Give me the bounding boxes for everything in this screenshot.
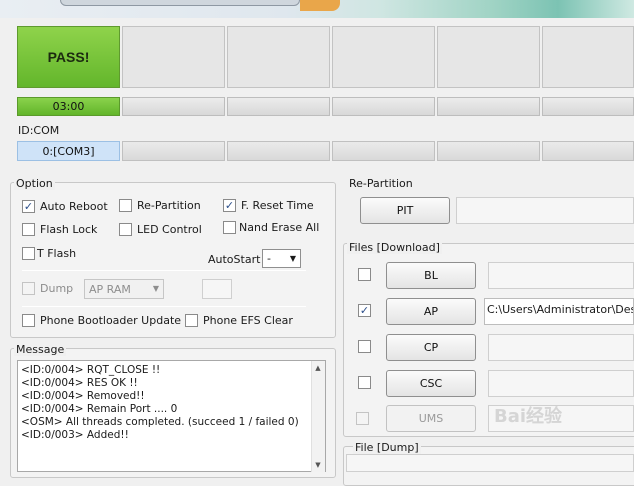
baidu-watermark: Bai经验 [494, 406, 563, 427]
pit-file-field[interactable] [456, 197, 634, 224]
csc-button[interactable]: CSC [386, 370, 476, 397]
log-line: <ID:0/003> Added!! [21, 429, 129, 441]
cp-button[interactable]: CP [386, 334, 476, 361]
phone-efs-clear-checkbox[interactable] [185, 314, 198, 327]
cp-checkbox[interactable] [358, 340, 371, 353]
flash-lock-label: Flash Lock [40, 223, 98, 236]
dump-checkbox[interactable] [22, 282, 35, 295]
ums-button[interactable]: UMS [386, 405, 476, 432]
message-log[interactable]: <ID:0/004> RQT_CLOSE !! <ID:0/004> RES O… [17, 360, 326, 472]
flash-lock-checkbox[interactable] [22, 223, 35, 236]
slot-progress [332, 97, 435, 116]
bl-checkbox[interactable] [358, 268, 371, 281]
dropdown-arrow-icon: ▼ [289, 254, 296, 263]
com-port [227, 141, 330, 161]
slot-progress-time: 03:00 [17, 97, 120, 116]
slot-status-pass: PASS! [17, 26, 120, 88]
cp-file-field[interactable] [488, 334, 634, 361]
re-partition-label: Re-Partition [137, 199, 201, 212]
files-download-title: Files [Download] [347, 241, 442, 254]
scroll-up-arrow-icon[interactable]: ▲ [311, 361, 325, 375]
ap-button[interactable]: AP [386, 298, 476, 325]
com-port [122, 141, 225, 161]
led-control-checkbox[interactable] [119, 223, 132, 236]
log-line: <ID:0/004> RQT_CLOSE !! [21, 364, 161, 376]
banner-tab [60, 0, 300, 6]
dump-extra-field[interactable] [202, 279, 232, 299]
bl-file-field[interactable] [488, 262, 634, 289]
id-com-label: ID:COM [18, 124, 60, 137]
com-port [332, 141, 435, 161]
log-line: <ID:0/004> RES OK !! [21, 377, 138, 389]
nand-erase-all-checkbox[interactable] [223, 221, 236, 234]
dump-target-value: AP RAM [89, 282, 131, 296]
phone-efs-clear-label: Phone EFS Clear [203, 314, 293, 327]
ap-file-path[interactable]: C:\Users\Administrator\Desktop [484, 298, 634, 325]
nand-erase-all-label: Nand Erase All [239, 221, 320, 234]
bl-button[interactable]: BL [386, 262, 476, 289]
option-divider [22, 270, 306, 271]
slot-progress [437, 97, 540, 116]
slot-progress [227, 97, 330, 116]
slot-status-empty [227, 26, 330, 88]
auto-reboot-label: Auto Reboot [40, 200, 108, 213]
dump-label: Dump [40, 282, 74, 295]
csc-file-field[interactable] [488, 370, 634, 397]
led-control-label: LED Control [137, 223, 202, 236]
file-dump-field[interactable] [346, 454, 634, 472]
slot-progress [542, 97, 634, 116]
phone-bootloader-update-checkbox[interactable] [22, 314, 35, 327]
option-group-title: Option [14, 177, 55, 190]
t-flash-checkbox[interactable] [22, 247, 35, 260]
message-scrollbar[interactable] [311, 361, 325, 472]
csc-checkbox[interactable] [358, 376, 371, 389]
check-mark-icon: ✓ [359, 304, 370, 317]
option-divider [22, 306, 306, 307]
log-line: <OSM> All threads completed. (succeed 1 … [21, 416, 299, 428]
check-mark-icon: ✓ [23, 200, 34, 213]
autostart-value: - [267, 252, 271, 265]
slot-status-empty [122, 26, 225, 88]
slot-status-empty [437, 26, 540, 88]
t-flash-label: T Flash [37, 247, 77, 260]
phone-bootloader-update-label: Phone Bootloader Update [40, 314, 182, 327]
file-dump-title: File [Dump] [353, 441, 421, 454]
dump-target-select[interactable]: AP RAM ▼ [84, 279, 164, 299]
re-partition-group-title: Re-Partition [349, 177, 413, 190]
log-line: <ID:0/004> Remain Port .... 0 [21, 403, 178, 415]
ums-checkbox[interactable] [356, 412, 369, 425]
autostart-select[interactable]: - ▼ [262, 249, 301, 268]
autostart-label: AutoStart [208, 253, 261, 266]
dropdown-arrow-icon: ▼ [152, 284, 159, 293]
auto-reboot-checkbox[interactable]: ✓ [22, 200, 35, 213]
slot-progress [122, 97, 225, 116]
check-mark-icon: ✓ [224, 199, 235, 212]
f-reset-time-label: F. Reset Time [241, 199, 314, 212]
pit-button[interactable]: PIT [360, 197, 450, 224]
com-port [437, 141, 540, 161]
message-group-title: Message [14, 343, 67, 356]
scroll-down-arrow-icon[interactable]: ▼ [311, 458, 325, 472]
ap-checkbox[interactable]: ✓ [358, 304, 371, 317]
com-port [542, 141, 634, 161]
log-line: <ID:0/004> Removed!! [21, 390, 145, 402]
com-port-active: 0:[COM3] [17, 141, 120, 161]
banner-accent [300, 0, 340, 11]
f-reset-time-checkbox[interactable]: ✓ [223, 199, 236, 212]
slot-status-empty [542, 26, 634, 88]
slot-status-empty [332, 26, 435, 88]
re-partition-checkbox[interactable] [119, 199, 132, 212]
